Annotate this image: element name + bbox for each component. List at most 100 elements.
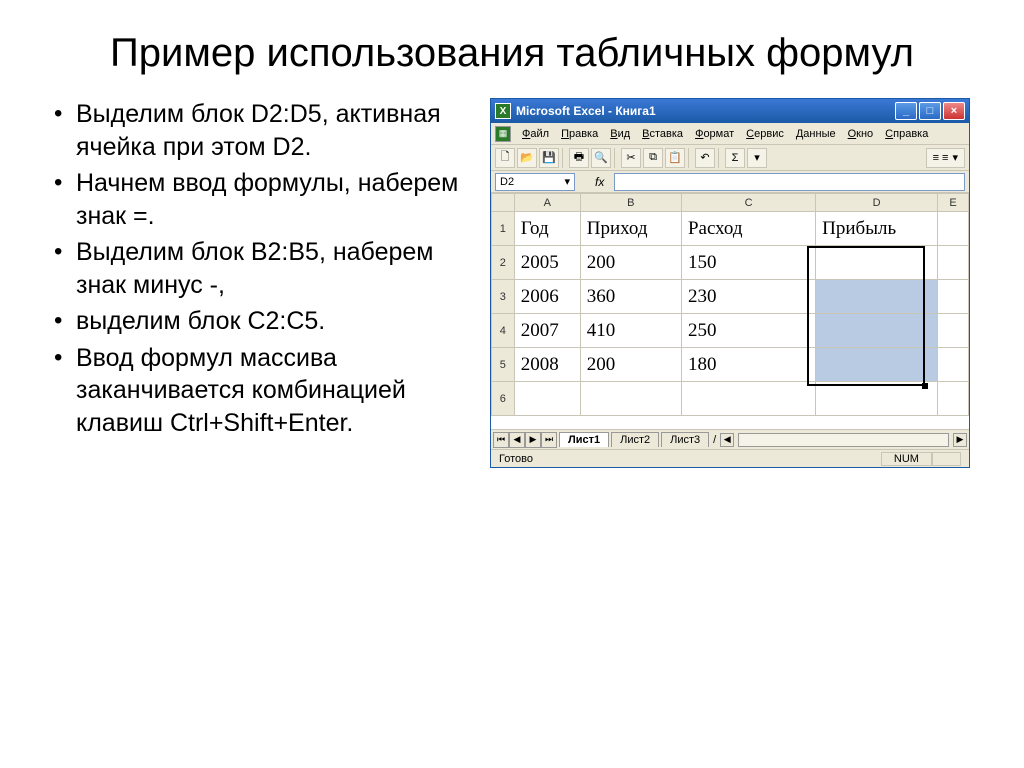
menu-help[interactable]: Справка	[880, 127, 933, 141]
status-text: Готово	[499, 453, 533, 465]
worksheet-grid[interactable]: A B C D E 1 Год Приход Расход Прибыль 2 …	[491, 193, 969, 429]
cell-b6[interactable]	[580, 382, 681, 416]
sheet-tab-2[interactable]: Лист2	[611, 432, 659, 447]
bullet-item: Выделим блок D2:D5, активная ячейка при …	[50, 98, 470, 163]
fill-handle[interactable]	[922, 383, 928, 389]
cell-a4[interactable]: 2007	[514, 314, 580, 348]
cell-d2-active[interactable]	[816, 246, 938, 280]
cell-d4-selected[interactable]	[816, 314, 938, 348]
col-header-c[interactable]: C	[681, 194, 815, 212]
hscrollbar[interactable]	[738, 433, 949, 447]
cell-d6[interactable]	[816, 382, 938, 416]
menu-tools[interactable]: Сервис	[741, 127, 789, 141]
menu-view[interactable]: Вид	[605, 127, 635, 141]
tab-prev-icon[interactable]: ◀	[509, 432, 525, 448]
cell-b3[interactable]: 360	[580, 280, 681, 314]
name-box[interactable]: D2 ▾	[495, 173, 575, 191]
row-header-5[interactable]: 5	[492, 348, 515, 382]
menu-format[interactable]: Формат	[690, 127, 739, 141]
cell-a2[interactable]: 2005	[514, 246, 580, 280]
menu-edit[interactable]: Правка	[556, 127, 603, 141]
cell-c1[interactable]: Расход	[681, 212, 815, 246]
toolbar: 🗋 📂 💾 🖶 🔍 ✂ ⧉ 📋 ↶ Σ ▾ ≡ ≡ ▾	[491, 145, 969, 171]
cell-e1[interactable]	[937, 212, 968, 246]
cell-a1[interactable]: Год	[514, 212, 580, 246]
menu-window[interactable]: Окно	[843, 127, 879, 141]
undo-icon[interactable]: ↶	[695, 148, 715, 168]
divider	[614, 148, 618, 168]
name-box-value: D2	[500, 176, 514, 188]
row-header-4[interactable]: 4	[492, 314, 515, 348]
bullet-item: Начнем ввод формулы, наберем знак =.	[50, 167, 470, 232]
cell-d5-selected[interactable]	[816, 348, 938, 382]
menu-file[interactable]: Файл	[517, 127, 554, 141]
excel-icon: X	[495, 103, 511, 119]
divider	[688, 148, 692, 168]
select-all-corner[interactable]	[492, 194, 515, 212]
row-header-2[interactable]: 2	[492, 246, 515, 280]
cell-b1[interactable]: Приход	[580, 212, 681, 246]
bullet-item: выделим блок C2:C5.	[50, 305, 470, 338]
formula-input[interactable]	[614, 173, 965, 191]
maximize-button[interactable]: □	[919, 102, 941, 120]
paste-icon[interactable]: 📋	[665, 148, 685, 168]
tab-next-icon[interactable]: ▶	[525, 432, 541, 448]
cell-c3[interactable]: 230	[681, 280, 815, 314]
col-header-b[interactable]: B	[580, 194, 681, 212]
col-header-e[interactable]: E	[937, 194, 968, 212]
status-bar: Готово NUM	[491, 449, 969, 467]
align-group[interactable]: ≡ ≡ ▾	[926, 148, 965, 168]
status-blank	[932, 452, 961, 466]
col-header-d[interactable]: D	[816, 194, 938, 212]
cell-e6[interactable]	[937, 382, 968, 416]
cell-c5[interactable]: 180	[681, 348, 815, 382]
cell-e3[interactable]	[937, 280, 968, 314]
cell-b5[interactable]: 200	[580, 348, 681, 382]
bullet-item: Выделим блок B2:B5, наберем знак минус -…	[50, 236, 470, 301]
new-icon[interactable]: 🗋	[495, 148, 515, 168]
copy-icon[interactable]: ⧉	[643, 148, 663, 168]
cell-a5[interactable]: 2008	[514, 348, 580, 382]
row-header-3[interactable]: 3	[492, 280, 515, 314]
tab-last-icon[interactable]: ⏭	[541, 432, 557, 448]
row-header-1[interactable]: 1	[492, 212, 515, 246]
cell-a3[interactable]: 2006	[514, 280, 580, 314]
autosum-icon[interactable]: Σ	[725, 148, 745, 168]
row-header-6[interactable]: 6	[492, 382, 515, 416]
open-icon[interactable]: 📂	[517, 148, 537, 168]
cell-c4[interactable]: 250	[681, 314, 815, 348]
cell-e5[interactable]	[937, 348, 968, 382]
cell-b4[interactable]: 410	[580, 314, 681, 348]
cell-e2[interactable]	[937, 246, 968, 280]
divider	[718, 148, 722, 168]
cell-d3-selected[interactable]	[816, 280, 938, 314]
menu-insert[interactable]: Вставка	[637, 127, 688, 141]
divider	[562, 148, 566, 168]
minimize-button[interactable]: _	[895, 102, 917, 120]
fx-icon[interactable]: fx	[595, 175, 604, 189]
scroll-right-icon[interactable]: ▶	[953, 433, 967, 447]
print-icon[interactable]: 🖶	[569, 148, 589, 168]
dropdown-icon[interactable]: ▾	[747, 148, 767, 168]
chevron-down-icon[interactable]: ▾	[564, 175, 570, 188]
close-button[interactable]: ×	[943, 102, 965, 120]
cell-e4[interactable]	[937, 314, 968, 348]
col-header-a[interactable]: A	[514, 194, 580, 212]
save-icon[interactable]: 💾	[539, 148, 559, 168]
cell-c2[interactable]: 150	[681, 246, 815, 280]
tab-nav: ⏮ ◀ ▶ ⏭	[493, 432, 557, 448]
scroll-left-icon[interactable]: ◀	[720, 433, 734, 447]
preview-icon[interactable]: 🔍	[591, 148, 611, 168]
sheet-tab-3[interactable]: Лист3	[661, 432, 709, 447]
cut-icon[interactable]: ✂	[621, 148, 641, 168]
menu-data[interactable]: Данные	[791, 127, 841, 141]
cell-b2[interactable]: 200	[580, 246, 681, 280]
cell-a6[interactable]	[514, 382, 580, 416]
formula-bar-row: D2 ▾ fx	[491, 171, 969, 193]
workbook-icon: ▦	[495, 126, 511, 142]
cell-d1[interactable]: Прибыль	[816, 212, 938, 246]
sheet-tab-1[interactable]: Лист1	[559, 432, 609, 447]
titlebar[interactable]: X Microsoft Excel - Книга1 _ □ ×	[491, 99, 969, 123]
tab-first-icon[interactable]: ⏮	[493, 432, 509, 448]
cell-c6[interactable]	[681, 382, 815, 416]
